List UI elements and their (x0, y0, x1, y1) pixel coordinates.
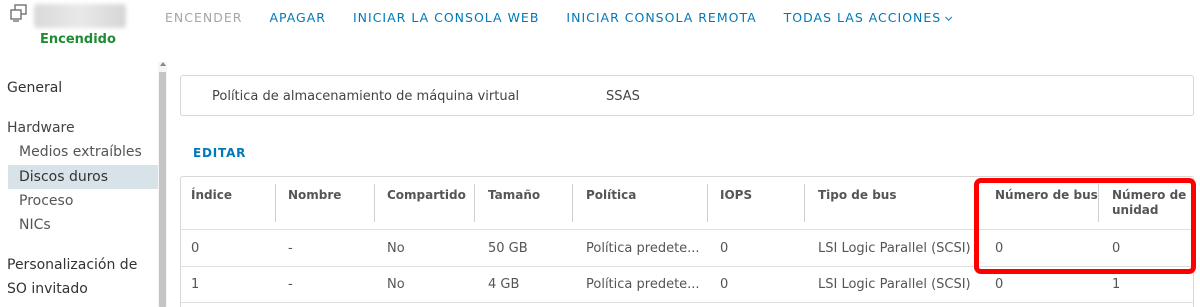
cell-tamano: 50 GB (488, 241, 528, 256)
sidebar-item-proceso[interactable]: Proceso (19, 193, 73, 209)
all-actions-dropdown[interactable]: TODAS LAS ACCIONES (783, 10, 953, 25)
column-header-iops[interactable]: IOPS (720, 188, 752, 203)
power-state-label: Encendido (40, 32, 116, 47)
column-separator[interactable] (804, 184, 805, 222)
cell-politica: Política predete... (586, 241, 700, 256)
storage-policy-label: Política de almacenamiento de máquina vi… (212, 89, 520, 104)
cell-tamano: 4 GB (488, 277, 520, 292)
cell-iops: 0 (720, 277, 729, 292)
cell-compartido: No (387, 277, 405, 292)
cell-nombre: - (288, 277, 293, 292)
power-on-button[interactable]: ENCENDER (165, 10, 242, 25)
launch-web-console-button[interactable]: INICIAR LA CONSOLA WEB (353, 10, 539, 25)
scroll-up-arrow-icon[interactable] (160, 62, 166, 66)
cell-numero-unidad: 1 (1112, 277, 1121, 292)
column-header-indice[interactable]: Índice (191, 188, 232, 203)
cell-tipo-bus: LSI Logic Parallel (SCSI) (818, 241, 971, 256)
sidebar-item-discos[interactable]: Discos duros (19, 169, 108, 185)
column-separator[interactable] (707, 184, 708, 222)
cell-politica: Política predete... (586, 277, 700, 292)
sidebar-item-personalizacion[interactable]: Personalización de (7, 257, 137, 273)
sidebar: General Hardware Medios extraíbles Disco… (0, 60, 160, 307)
annotation-highlight-box (974, 178, 1196, 274)
launch-remote-console-button[interactable]: INICIAR CONSOLA REMOTA (566, 10, 756, 25)
sidebar-item-personalizacion-line2[interactable]: SO invitado (7, 281, 88, 297)
storage-policy-value: SSAS (606, 89, 640, 104)
cell-numero-bus: 0 (995, 277, 1004, 292)
column-header-compartido[interactable]: Compartido (387, 188, 466, 203)
column-header-tamano[interactable]: Tamaño (488, 188, 540, 203)
power-off-button[interactable]: APAGAR (269, 10, 326, 25)
column-separator[interactable] (374, 184, 375, 222)
sidebar-section-hardware: Hardware (7, 120, 75, 136)
sidebar-item-medios[interactable]: Medios extraíbles (19, 144, 142, 160)
virtual-machine-icon (10, 4, 27, 22)
column-separator[interactable] (572, 184, 573, 222)
cell-tipo-bus: LSI Logic Parallel (SCSI) (818, 277, 971, 292)
column-header-nombre[interactable]: Nombre (288, 188, 341, 203)
actions-bar: ENCENDER APAGAR INICIAR LA CONSOLA WEB I… (165, 10, 976, 25)
column-header-politica[interactable]: Política (586, 188, 636, 203)
sidebar-scroll-thumb[interactable] (159, 72, 166, 307)
cell-compartido: No (387, 241, 405, 256)
edit-button[interactable]: EDITAR (193, 146, 246, 160)
sidebar-item-general[interactable]: General (7, 80, 62, 96)
cell-indice: 1 (191, 277, 200, 292)
storage-policy-panel: Política de almacenamiento de máquina vi… (180, 75, 1194, 116)
column-separator[interactable] (275, 184, 276, 222)
column-separator[interactable] (474, 184, 475, 222)
cell-indice: 0 (191, 241, 200, 256)
cell-iops: 0 (720, 241, 729, 256)
sidebar-item-nics[interactable]: NICs (19, 217, 51, 233)
column-header-tipo-bus[interactable]: Tipo de bus (818, 188, 897, 203)
chevron-down-icon (945, 13, 953, 21)
row-divider (181, 302, 1193, 303)
cell-nombre: - (288, 241, 293, 256)
all-actions-label: TODAS LAS ACCIONES (783, 10, 942, 25)
vm-name-blurred (34, 4, 126, 28)
